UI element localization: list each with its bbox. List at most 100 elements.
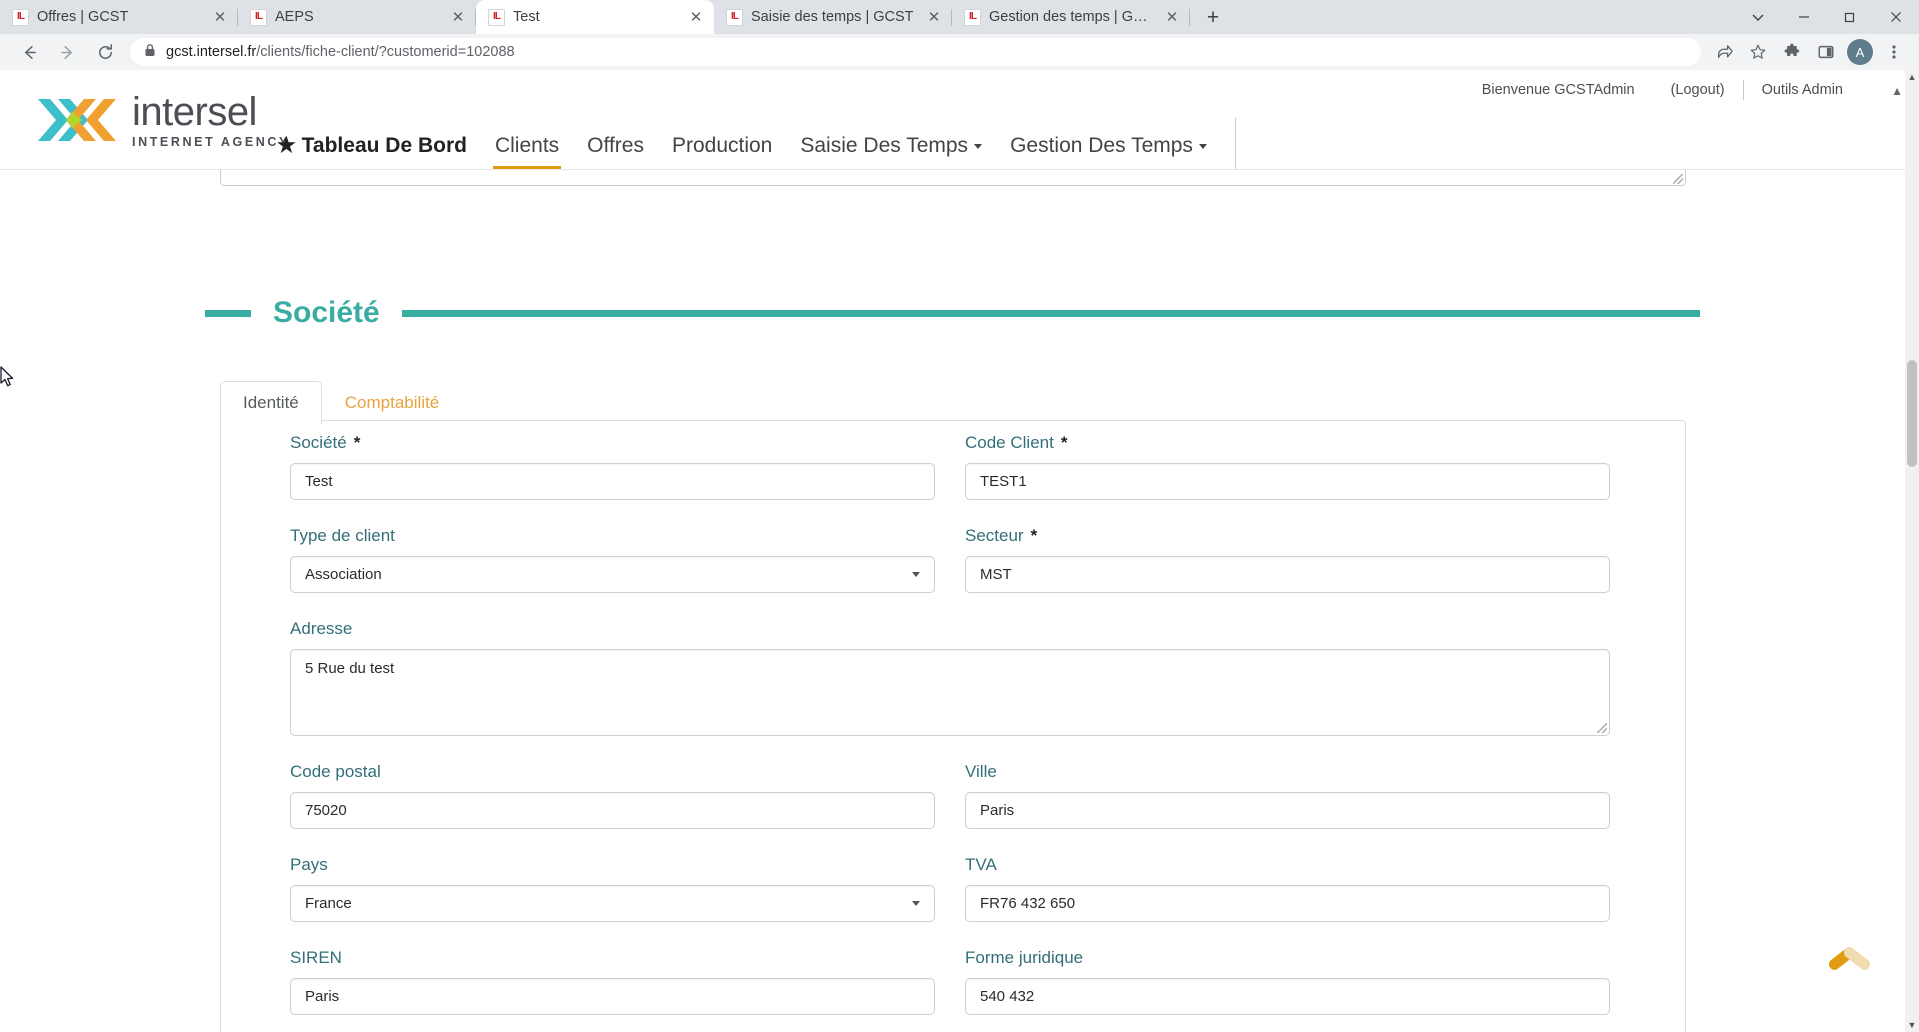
profile-avatar[interactable]: A <box>1845 37 1875 67</box>
chevron-down-icon <box>912 901 920 906</box>
form-row: SIREN Paris Forme juridique 540 432 <box>290 948 1610 1015</box>
new-tab-button[interactable]: + <box>1196 2 1230 32</box>
label-tva: TVA <box>965 855 1610 875</box>
input-societe[interactable]: Test <box>290 463 935 500</box>
close-icon[interactable]: ✕ <box>926 9 942 25</box>
menu-kebab-icon[interactable] <box>1879 37 1909 67</box>
input-value: Paris <box>980 802 1015 819</box>
input-siren[interactable]: Paris <box>290 978 935 1015</box>
resize-handle[interactable] <box>1673 174 1683 184</box>
textarea-adresse[interactable]: 5 Rue du test <box>290 649 1610 736</box>
close-icon[interactable]: ✕ <box>450 9 466 25</box>
input-value: TEST1 <box>980 473 1027 490</box>
form-row: Adresse 5 Rue du test <box>290 619 1610 736</box>
tab-comptabilite[interactable]: Comptabilité <box>322 381 463 424</box>
side-panel-icon[interactable] <box>1811 37 1841 67</box>
browser-tab[interactable]: IL Gestion des temps | GCST ✕ <box>952 0 1190 34</box>
reload-icon[interactable] <box>89 36 121 68</box>
input-secteur[interactable]: MST <box>965 556 1610 593</box>
label-ville: Ville <box>965 762 1610 782</box>
gcst-favicon: IL <box>12 8 29 26</box>
required-marker: * <box>1060 433 1068 452</box>
tab-title: AEPS <box>275 9 314 25</box>
page-scrollbar[interactable]: ▲ ▼ <box>1905 70 1919 1032</box>
gcst-favicon: IL <box>250 8 267 26</box>
nav-item-tableau-de-bord[interactable]: ★ Tableau De Bord <box>277 133 481 170</box>
label-text: Type de client <box>290 526 395 545</box>
browser-tab-active[interactable]: IL Test ✕ <box>476 0 714 34</box>
minimize-icon[interactable] <box>1781 0 1827 34</box>
tab-title: Gestion des temps | GCST <box>989 9 1156 25</box>
form-row: Pays France TVA FR76 432 650 <box>290 855 1610 922</box>
share-icon[interactable] <box>1709 37 1739 67</box>
chevron-down-icon <box>912 572 920 577</box>
admin-tools-link[interactable]: Outils Admin <box>1744 82 1861 98</box>
label-siren: SIREN <box>290 948 935 968</box>
maximize-icon[interactable] <box>1827 0 1873 34</box>
input-value: 540 432 <box>980 988 1035 1005</box>
label-text: SIREN <box>290 948 342 967</box>
address-bar[interactable]: gcst.intersel.fr/clients/fiche-client/?c… <box>130 38 1701 66</box>
field-forme-juridique: Forme juridique 540 432 <box>965 948 1610 1015</box>
mouse-cursor <box>0 366 16 395</box>
input-forme-juridique[interactable]: 540 432 <box>965 978 1610 1015</box>
toolbar-icon-group: A <box>1709 37 1909 67</box>
input-code-client[interactable]: TEST1 <box>965 463 1610 500</box>
close-icon[interactable]: ✕ <box>688 9 704 25</box>
chevron-down-icon <box>1198 143 1207 149</box>
form-row: Type de client Association Secteur * MST <box>290 526 1610 593</box>
address-url: gcst.intersel.fr/clients/fiche-client/?c… <box>166 44 515 60</box>
back-icon[interactable] <box>13 36 45 68</box>
window-controls <box>1735 0 1919 34</box>
gcst-favicon: IL <box>964 8 981 26</box>
scrollbar-thumb[interactable] <box>1907 360 1917 467</box>
browser-tab[interactable]: IL Saisie des temps | GCST ✕ <box>714 0 952 34</box>
logout-link[interactable]: (Logout) <box>1653 82 1743 98</box>
field-code-client: Code Client * TEST1 <box>965 433 1610 500</box>
tab-identite[interactable]: Identité <box>220 381 322 425</box>
forward-icon[interactable] <box>51 36 83 68</box>
field-siren: SIREN Paris <box>290 948 935 1015</box>
label-text: Pays <box>290 855 328 874</box>
resize-handle[interactable] <box>1597 723 1607 733</box>
close-icon[interactable]: ✕ <box>212 9 228 25</box>
required-marker: * <box>353 433 361 452</box>
browser-tab[interactable]: IL AEPS ✕ <box>238 0 476 34</box>
scroll-to-top-button[interactable] <box>1826 942 1873 974</box>
browser-tab-bar: IL Offres | GCST ✕ IL AEPS ✕ IL Test ✕ I… <box>0 0 1919 34</box>
logo-name: intersel <box>132 90 257 134</box>
select-pays[interactable]: France <box>290 885 935 922</box>
scrollbar-up-arrow[interactable]: ▲ <box>1905 70 1919 84</box>
intersel-logo[interactable]: intersel INTERNET AGENCY <box>36 92 290 149</box>
section-header-societe: Société <box>205 295 1700 331</box>
label-text: Code postal <box>290 762 381 781</box>
input-tva[interactable]: FR76 432 650 <box>965 885 1610 922</box>
input-value: Paris <box>305 988 340 1005</box>
nav-item-offres[interactable]: Offres <box>573 134 658 170</box>
extensions-puzzle-icon[interactable] <box>1777 37 1807 67</box>
browser-tab[interactable]: IL Offres | GCST ✕ <box>0 0 238 34</box>
label-text: Société <box>290 433 347 452</box>
scrollbar-down-arrow[interactable]: ▼ <box>1905 1018 1919 1032</box>
input-ville[interactable]: Paris <box>965 792 1610 829</box>
nav-item-gestion-des-temps[interactable]: Gestion Des Temps <box>996 134 1221 170</box>
nav-item-production[interactable]: Production <box>658 134 786 170</box>
bookmark-star-icon[interactable] <box>1743 37 1773 67</box>
intersel-logo-text: intersel INTERNET AGENCY <box>132 92 290 149</box>
close-window-icon[interactable] <box>1873 0 1919 34</box>
input-code-postal[interactable]: 75020 <box>290 792 935 829</box>
tab-panel-joint <box>221 420 307 422</box>
top-user-bar: Bienvenue GCSTAdmin (Logout) Outils Admi… <box>1464 80 1861 100</box>
nav-item-saisie-des-temps[interactable]: Saisie Des Temps <box>786 134 996 170</box>
address-host: gcst.intersel.fr <box>166 44 257 60</box>
section-dash <box>205 309 251 317</box>
nav-item-clients[interactable]: Clients <box>481 134 573 170</box>
tab-list-chevron-icon[interactable] <box>1735 0 1781 34</box>
select-type-de-client[interactable]: Association <box>290 556 935 593</box>
previous-textarea-bottom[interactable] <box>220 168 1686 186</box>
field-code-postal: Code postal 75020 <box>290 762 935 829</box>
close-icon[interactable]: ✕ <box>1164 9 1180 25</box>
label-code-client: Code Client * <box>965 433 1610 453</box>
header-scroll-up-icon[interactable]: ▲ <box>1891 84 1903 98</box>
form-tabs: Identité Comptabilité <box>220 381 463 425</box>
